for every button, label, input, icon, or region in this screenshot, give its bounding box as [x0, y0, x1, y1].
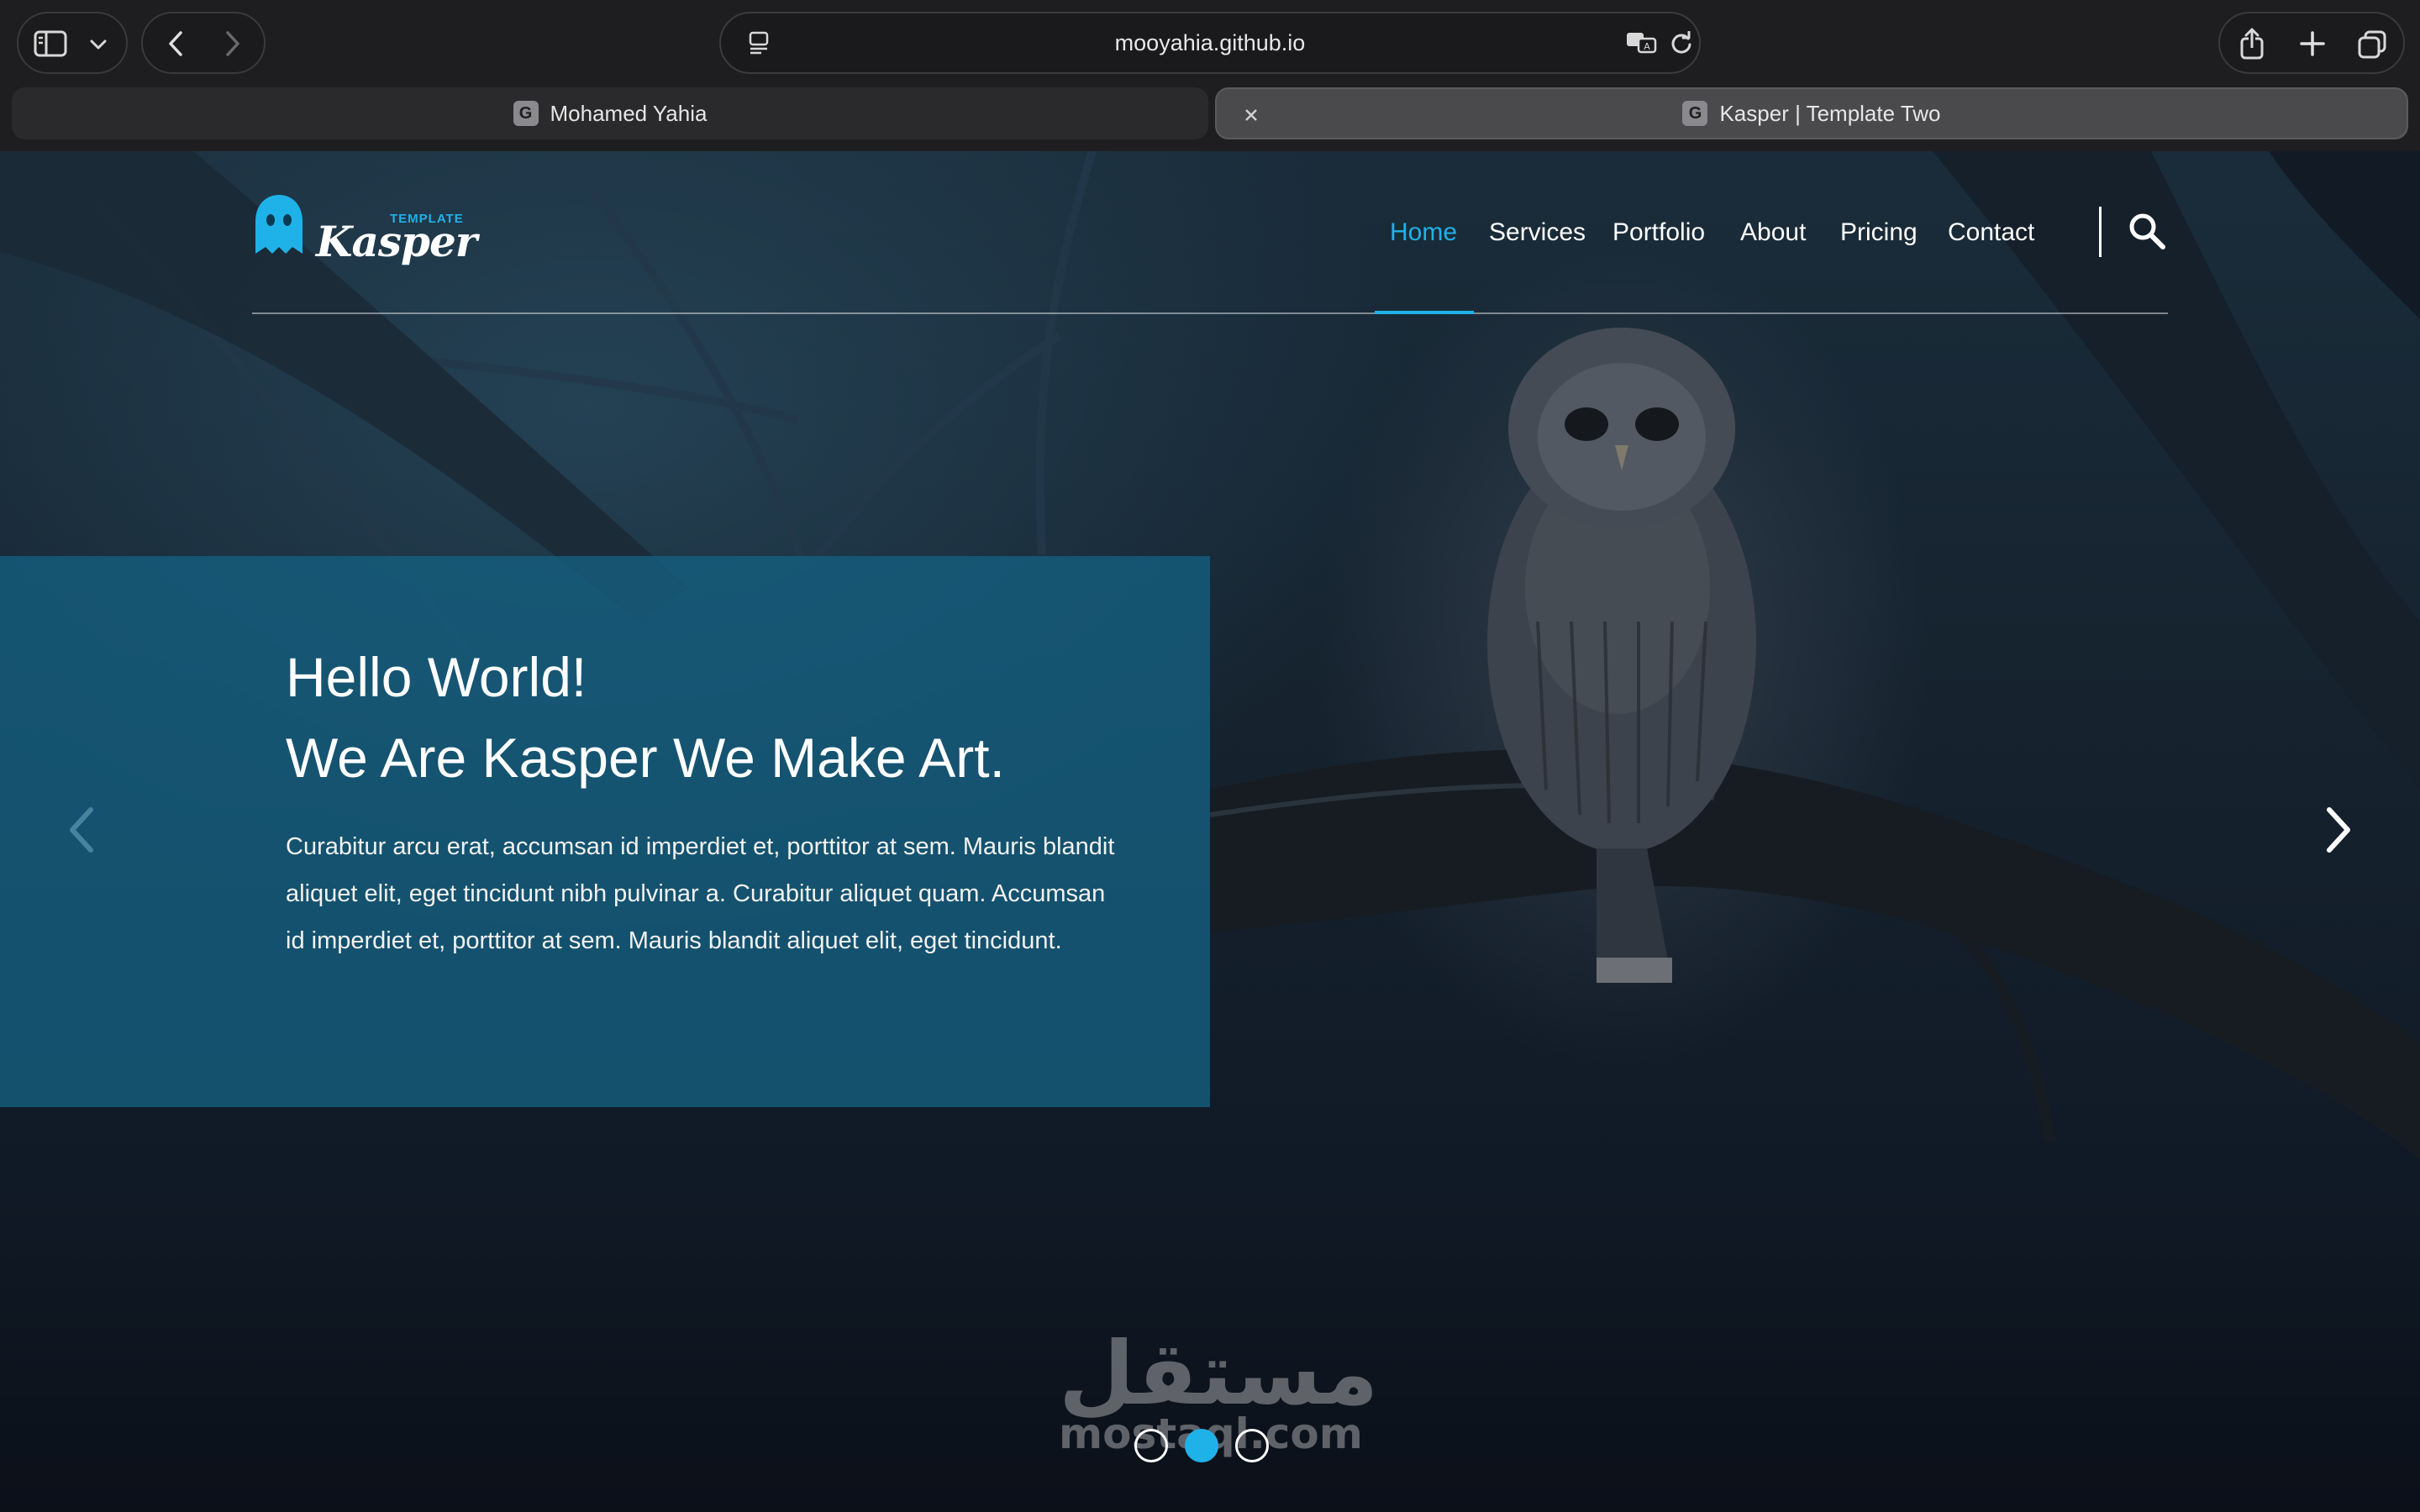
navigation-group	[141, 12, 266, 74]
hero-title-line2: We Are Kasper We Make Art.	[286, 727, 1005, 789]
nav-home[interactable]: Home	[1390, 218, 1457, 247]
nav-divider	[2099, 207, 2102, 257]
hero-text-panel: Hello World! We Are Kasper We Make Art. …	[0, 556, 1210, 1107]
slider-dot-1[interactable]	[1134, 1429, 1168, 1462]
sidebar-toggle-group	[17, 12, 128, 74]
kasper-logo[interactable]: TEMPLATE Kasper	[252, 195, 477, 270]
new-tab-icon[interactable]	[2297, 29, 2328, 59]
nav-active-indicator	[1375, 311, 1474, 314]
nav-services[interactable]: Services	[1489, 218, 1586, 247]
ghost-icon	[255, 195, 302, 254]
hero-paragraph: Curabitur arcu erat, accumsan id imperdi…	[286, 833, 1115, 954]
nav-about[interactable]: About	[1740, 218, 1806, 247]
back-icon[interactable]	[161, 29, 190, 59]
forward-icon[interactable]	[218, 29, 247, 59]
close-icon[interactable]	[1239, 102, 1264, 128]
reload-icon[interactable]	[1669, 30, 1694, 55]
chevron-down-icon[interactable]	[86, 32, 111, 57]
watermark-arabic: مستقل	[1059, 1322, 1379, 1425]
address-bar[interactable]: mooyahia.github.io A	[719, 12, 1701, 74]
sidebar-icon[interactable]	[34, 29, 67, 59]
slider-dot-2[interactable]	[1185, 1429, 1218, 1462]
slider-dot-3[interactable]	[1235, 1429, 1269, 1462]
tab-label: Kasper | Template Two	[1719, 100, 1941, 126]
nav-pricing[interactable]: Pricing	[1840, 218, 1918, 247]
toolbar-right-group	[2218, 12, 2405, 74]
tab-overview-icon[interactable]	[2356, 29, 2388, 60]
tab-bar: G Mohamed Yahia G Kasper | Template Two	[12, 87, 2408, 139]
hero-section: TEMPLATE Kasper Home Services Portfolio …	[0, 151, 2420, 1512]
browser-chrome: mooyahia.github.io A G Mohamed Yahia G K	[0, 0, 2420, 151]
hero-title-line1: Hello World!	[286, 646, 587, 708]
nav-contact[interactable]: Contact	[1948, 218, 2034, 247]
share-icon[interactable]	[2237, 27, 2267, 60]
logo-wordmark: Kasper	[316, 217, 477, 266]
favicon-icon: G	[1682, 101, 1708, 126]
url-text[interactable]: mooyahia.github.io	[721, 13, 1699, 72]
tab-kasper-template[interactable]: G Kasper | Template Two	[1215, 87, 2408, 139]
tab-mohamed-yahia[interactable]: G Mohamed Yahia	[12, 87, 1208, 139]
favicon-icon: G	[513, 101, 539, 126]
tab-label: Mohamed Yahia	[550, 100, 708, 126]
nav-portfolio[interactable]: Portfolio	[1612, 218, 1705, 247]
search-icon[interactable]	[2128, 212, 2166, 254]
svg-text:A: A	[1644, 41, 1650, 52]
nav-underline	[252, 312, 2168, 314]
slider-next-arrow-icon[interactable]	[2324, 806, 2353, 857]
translate-icon[interactable]: A	[1625, 30, 1659, 55]
